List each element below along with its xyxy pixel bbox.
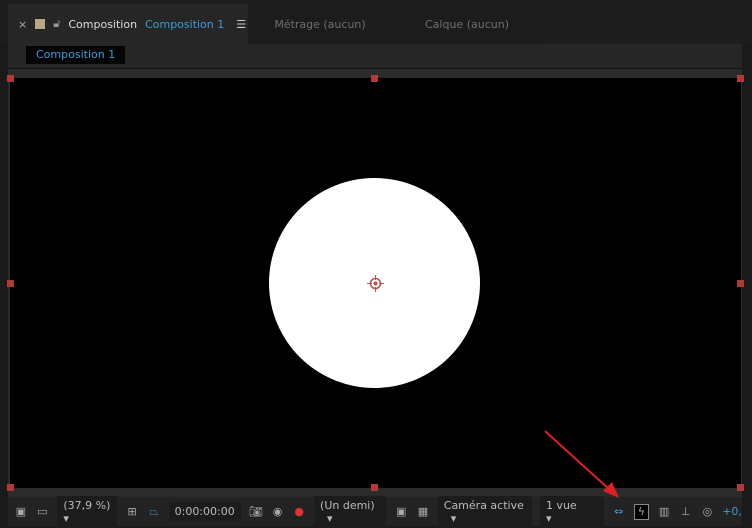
safe-zones-icon[interactable]: ⊞ xyxy=(125,505,139,519)
handle[interactable] xyxy=(7,75,14,82)
viewer-toolbar: ▣ ▭ (37,9 %) ▾ ⊞ ⏢ 0:00:00:00 📷︎ ◉ ● (Un… xyxy=(8,495,742,528)
exposure-icon[interactable]: ◎ xyxy=(701,505,715,519)
exposure-value[interactable]: +0, xyxy=(722,505,742,518)
timecode[interactable]: 0:00:00:00 xyxy=(168,502,241,521)
camera-value: Caméra active xyxy=(443,498,524,512)
show-snapshot-icon[interactable]: ◉ xyxy=(271,505,285,519)
view-layout-dropdown[interactable]: 1 vue ▾ xyxy=(539,495,604,528)
composition-name[interactable]: Composition 1 xyxy=(145,18,224,31)
handle[interactable] xyxy=(7,280,14,287)
tab-footage[interactable]: Métrage (aucun) xyxy=(250,4,390,44)
views-value: 1 vue xyxy=(545,498,577,512)
tab-layer[interactable]: Calque (aucun) xyxy=(392,4,542,44)
monitor-icon[interactable]: ▭ xyxy=(36,505,50,519)
handle[interactable] xyxy=(371,75,378,82)
anchor-point-icon[interactable] xyxy=(367,275,384,292)
mask-visibility-icon[interactable]: ⏢ xyxy=(147,505,161,519)
panel-menu-icon[interactable]: ☰ xyxy=(236,18,246,31)
camera-snapshot-icon[interactable]: 📷︎ xyxy=(249,505,263,519)
handle[interactable] xyxy=(737,280,744,287)
lock-icon[interactable]: 🔓︎ xyxy=(53,17,60,31)
preview-icon[interactable]: ▣ xyxy=(14,505,28,519)
transparency-grid-icon[interactable]: ▦ xyxy=(416,505,430,519)
handle[interactable] xyxy=(737,75,744,82)
panel-title: Composition xyxy=(68,17,138,31)
close-icon[interactable]: × xyxy=(18,18,27,31)
region-of-interest-icon[interactable]: ▣ xyxy=(394,505,408,519)
toggle-pixel-aspect-icon[interactable]: ⇔ xyxy=(612,505,626,519)
zoom-value: (37,9 %) xyxy=(63,498,111,512)
handle[interactable] xyxy=(7,484,14,491)
fast-previews-icon[interactable]: ϟ xyxy=(633,503,650,520)
resolution-value: (Un demi) xyxy=(320,498,375,512)
handle[interactable] xyxy=(371,484,378,491)
tab-composition[interactable]: × 🔓︎ Composition Composition 1 ☰ xyxy=(8,4,248,44)
channels-icon[interactable]: ● xyxy=(292,505,306,519)
flowchart-icon[interactable]: ⊥ xyxy=(679,505,693,519)
zoom-dropdown[interactable]: (37,9 %) ▾ xyxy=(57,495,118,528)
camera-dropdown[interactable]: Caméra active ▾ xyxy=(437,495,532,528)
subtab-composition-1[interactable]: Composition 1 xyxy=(26,46,126,64)
resolution-dropdown[interactable]: (Un demi) ▾ xyxy=(314,495,387,528)
label-color-swatch[interactable] xyxy=(35,19,46,29)
timeline-icon[interactable]: ▥ xyxy=(657,505,671,519)
handle[interactable] xyxy=(737,484,744,491)
